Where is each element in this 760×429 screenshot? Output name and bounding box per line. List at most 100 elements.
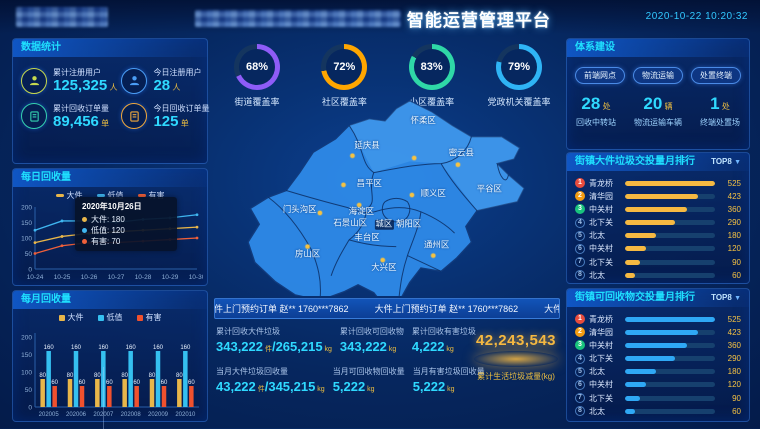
rank-badge: 8 — [575, 270, 585, 280]
chart-tooltip: 2020年10月26日 大件: 180低值: 120有害: 70 — [75, 197, 177, 251]
rank-name: 清华园 — [589, 191, 621, 202]
bar — [46, 351, 51, 407]
rank-bar-fill — [625, 194, 698, 199]
system-metric: 20 辆物流运输车辆 — [634, 94, 682, 128]
rank-badge: 6 — [575, 380, 585, 390]
legend-item: 有害 — [137, 312, 162, 323]
summary-cell: 当月可回收物回收量5,222 kg — [333, 366, 405, 394]
title-group: 智能运营管理平台 — [195, 6, 551, 31]
rank-name: 北下关 — [589, 393, 621, 404]
x-tick-label: 202005 — [39, 412, 60, 418]
rank-bar-fill — [625, 260, 640, 265]
rank-value: 423 — [719, 192, 741, 201]
rank-badge: 4 — [575, 354, 585, 364]
rank-bar-track — [625, 382, 715, 387]
system-tab-0[interactable]: 前端网点 — [575, 67, 625, 84]
map-svg: 怀柔区延庆县密云县昌平区平谷区顺义区门头沟区海淀区石景山区城区朝阳区丰台区房山区… — [232, 94, 538, 296]
data-point — [61, 235, 64, 238]
district-label: 海淀区 — [349, 206, 374, 216]
panel-system-build: 体系建设 前端网点物流运输处置终端 28 处回收中转站 20 辆物流运输车辆 1 处… — [566, 38, 750, 150]
rank-bar-track — [625, 246, 715, 251]
summary-unit: kg — [365, 386, 374, 393]
rank-value: 60 — [719, 271, 741, 280]
panel-daily-recycle: 每日回收量 大件低值有害 05010015020010-2410-2510-26… — [12, 168, 208, 286]
datetime: 2020-10-22 10:20:32 — [646, 11, 748, 22]
rank-bar-track — [625, 220, 715, 225]
summary-cell: 累计回收大件垃圾343,222 件/265,215 kg — [216, 326, 332, 354]
redacted-title-block — [195, 10, 401, 27]
chevron-down-icon: ▼ — [734, 295, 741, 302]
rank-bar-fill — [625, 317, 715, 322]
rank-name: 北太 — [589, 406, 621, 417]
monthly-legend: 大件低值有害 — [13, 309, 207, 323]
panel-data-stats: 数据统计 累计注册用户125,325 人今日注册用户28 人累计回收订单量89,… — [12, 38, 208, 164]
bar — [128, 351, 133, 407]
bar-value-label: 80 — [39, 373, 46, 379]
panel-rank-bulky-title: 街镇大件垃圾交投量月排行 — [575, 153, 695, 171]
rank-bar-track — [625, 343, 715, 348]
top8-dropdown[interactable]: TOP8 ▼ — [711, 289, 741, 308]
summary-label: 当月可回收物回收量 — [333, 366, 405, 377]
stat-grid: 累计注册用户125,325 人今日注册用户28 人累计回收订单量89,456 单… — [13, 57, 207, 140]
rank-value: 290 — [719, 354, 741, 363]
stat-item: 今日注册用户28 人 — [121, 67, 209, 95]
x-tick-label: 10-27 — [108, 274, 125, 281]
bar-value-label: 80 — [149, 373, 156, 379]
rank-bar-fill — [625, 233, 656, 238]
beijing-district-map[interactable]: 怀柔区延庆县密云县昌平区平谷区顺义区门头沟区海淀区石景山区城区朝阳区丰台区房山区… — [232, 94, 538, 296]
bar — [189, 386, 194, 407]
x-tick-label: 10-29 — [162, 274, 179, 281]
bar — [122, 379, 127, 407]
logo-redacted — [16, 7, 108, 27]
stat-unit: 单 — [99, 119, 109, 128]
rank-bar-fill — [625, 369, 656, 374]
stat-item: 累计注册用户125,325 人 — [21, 67, 117, 95]
metric-unit: 处 — [600, 102, 610, 111]
data-point — [61, 244, 64, 247]
bar-value-label: 60 — [161, 380, 168, 386]
rank-bar-fill — [625, 181, 715, 186]
total-reduction-value: 42,243,543 — [468, 332, 564, 349]
district-label: 石景山区 — [333, 217, 367, 227]
summary-cell: 累计回收可回收物343,222 kg — [340, 326, 404, 354]
rank-badge: 4 — [575, 218, 585, 228]
system-tab-1[interactable]: 物流运输 — [633, 67, 683, 84]
panel-monthly-recycle: 每月回收量 大件低值有害 050100150200202005202006202… — [12, 290, 208, 422]
summary-unit: kg — [444, 346, 453, 353]
y-tick-label: 150 — [21, 352, 32, 359]
bar-value-label: 80 — [67, 373, 74, 379]
gauge-ring: 79% — [496, 44, 542, 90]
rank-badge: 5 — [575, 231, 585, 241]
panel-monthly-header: 每月回收量 — [13, 291, 207, 309]
panel-system-header: 体系建设 — [567, 39, 749, 57]
data-point — [61, 220, 64, 223]
summary-value: 343,222 件/265,215 kg — [216, 339, 332, 354]
system-tab-2[interactable]: 处置终端 — [691, 67, 741, 84]
rank-name: 中关村 — [589, 340, 621, 351]
district-label: 昌平区 — [357, 178, 382, 188]
rank-row: 3中关村360 — [575, 204, 741, 214]
summary-unit: kg — [445, 386, 454, 393]
panel-rank-bulky-header: 街镇大件垃圾交投量月排行 TOP8 ▼ — [567, 153, 749, 171]
x-tick-label: 202006 — [66, 412, 87, 418]
rank-bar-fill — [625, 343, 687, 348]
rank-row: 5北太180 — [575, 231, 741, 241]
bar — [40, 379, 45, 407]
summary-value: 4,222 kg — [412, 339, 476, 354]
rank-row: 6中关村120 — [575, 380, 741, 390]
metric-label: 回收中转站 — [576, 117, 616, 128]
bar — [80, 386, 85, 407]
data-point — [196, 213, 199, 216]
top8-dropdown[interactable]: TOP8 ▼ — [711, 153, 741, 172]
rank-badge: 2 — [575, 191, 585, 201]
rank-row: 1青龙桥525 — [575, 178, 741, 188]
rank-name: 清华园 — [589, 327, 621, 338]
bar-value-label: 60 — [79, 380, 86, 386]
metric-value: 28 处 — [576, 94, 616, 114]
bar-value-label: 160 — [98, 345, 109, 351]
legend-swatch — [59, 315, 65, 321]
top-header: 智能运营管理平台 2020-10-22 10:20:32 — [0, 0, 760, 34]
rank-bar-track — [625, 369, 715, 374]
metric-value: 1 处 — [700, 94, 740, 114]
page-title: 智能运营管理平台 — [407, 6, 551, 31]
